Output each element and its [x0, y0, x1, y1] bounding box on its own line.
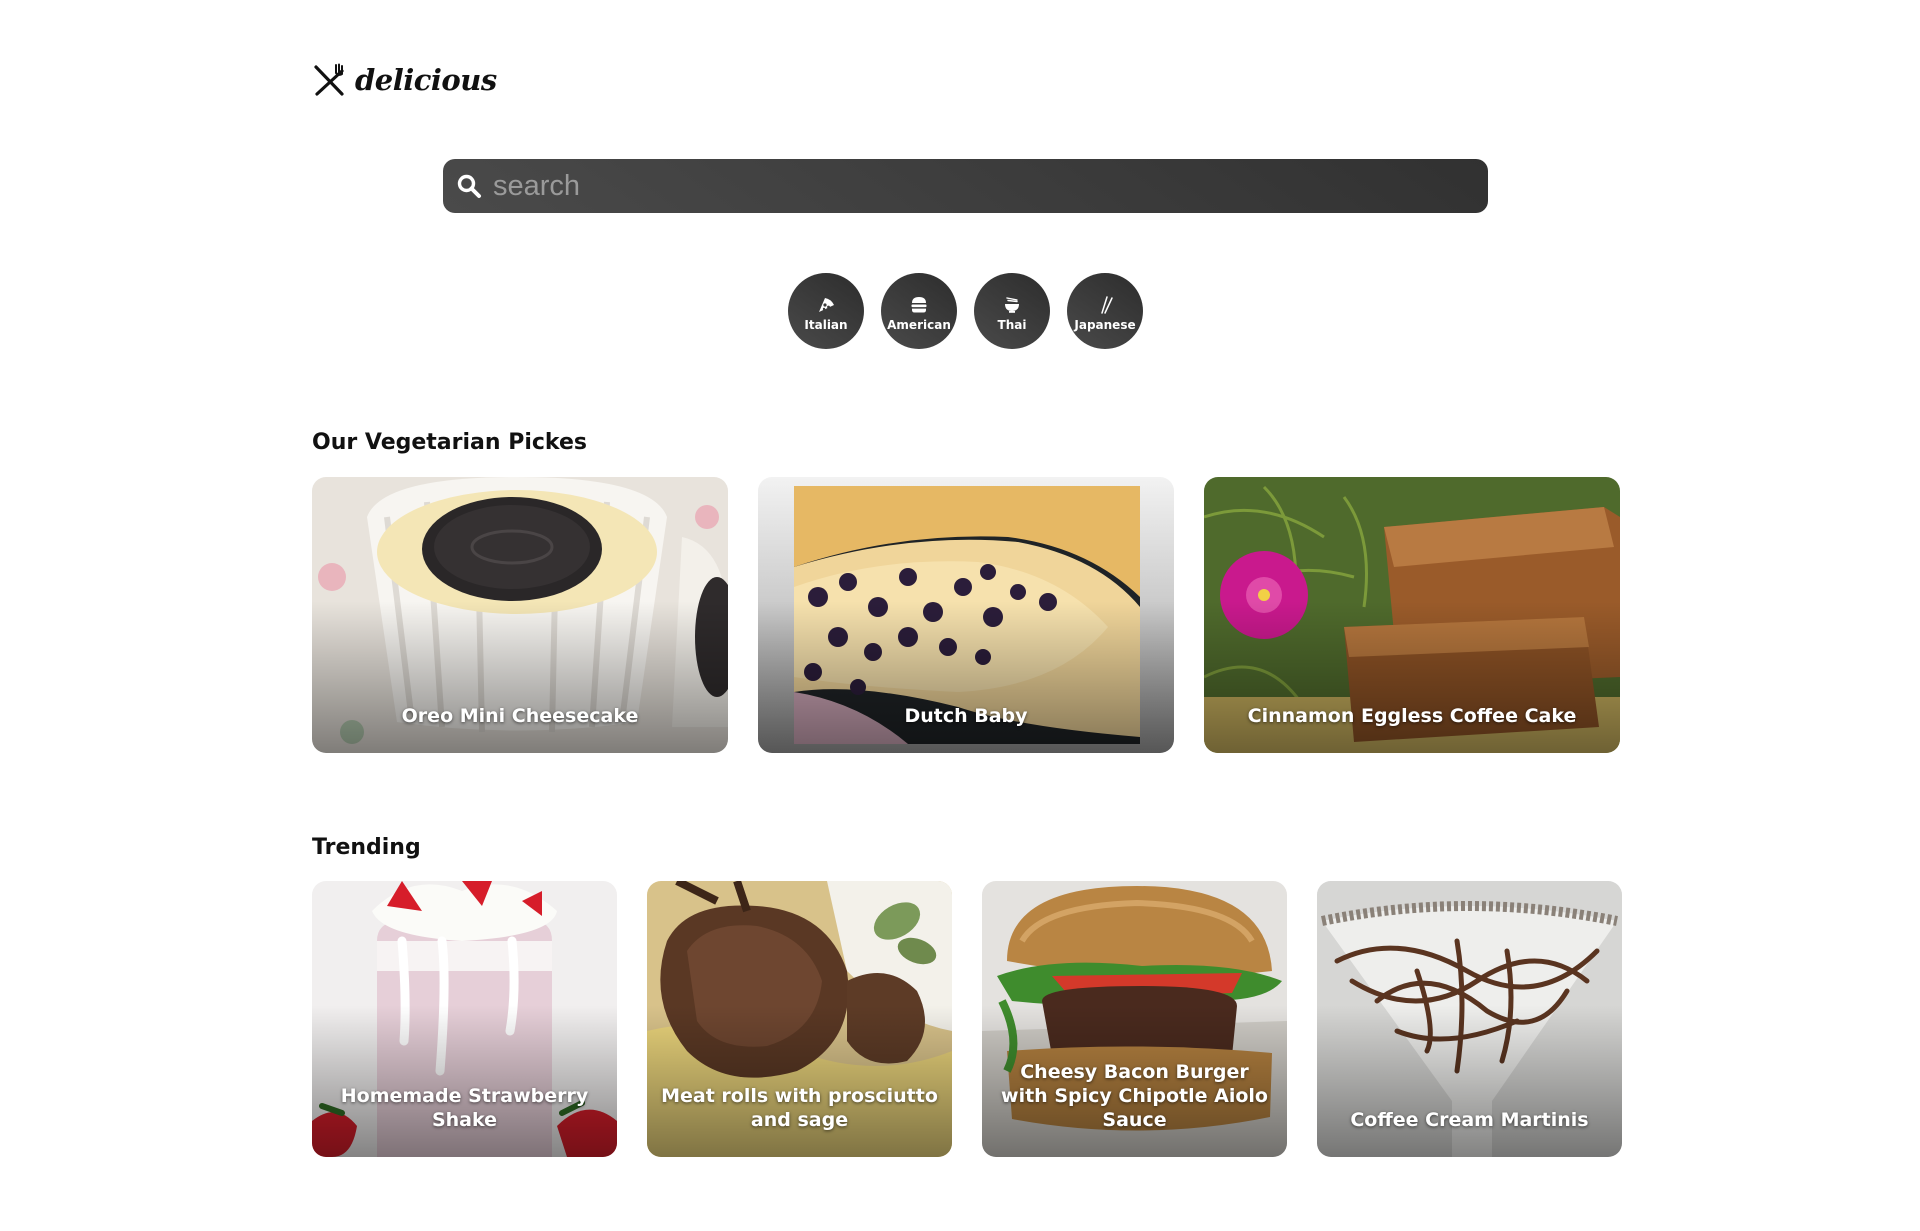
- category-label: Thai: [997, 317, 1027, 332]
- category-thai[interactable]: Thai: [974, 273, 1050, 349]
- recipe-title: Dutch Baby: [904, 705, 1028, 727]
- recipe-title: Homemade Strawberry Shake: [340, 1085, 589, 1131]
- brand-logo[interactable]: delicious: [312, 62, 497, 98]
- recipe-card[interactable]: Homemade Strawberry Shake: [312, 881, 617, 1157]
- category-italian[interactable]: Italian: [788, 273, 864, 349]
- recipe-card[interactable]: Cheesy Bacon Burger with Spicy Chipotle …: [982, 881, 1287, 1157]
- noodle-bowl-icon: [1005, 296, 1019, 313]
- page: delicious Italian American: [0, 0, 1920, 1231]
- recipe-title: Cinnamon Eggless Coffee Cake: [1247, 705, 1577, 727]
- recipe-card[interactable]: Cinnamon Eggless Coffee Cake: [1204, 477, 1620, 753]
- category-label: Japanese: [1074, 317, 1136, 332]
- recipe-card[interactable]: Coffee Cream Martinis: [1317, 881, 1622, 1157]
- brand-name: delicious: [355, 63, 497, 97]
- vegetarian-section-title: Our Vegetarian Pickes: [312, 430, 587, 455]
- trending-list: Homemade Strawberry Shake Meat rolls wit…: [312, 881, 1622, 1157]
- recipe-title: Coffee Cream Martinis: [1350, 1109, 1589, 1131]
- category-label: Italian: [804, 317, 848, 332]
- recipe-title: Oreo Mini Cheesecake: [401, 705, 639, 727]
- category-japanese[interactable]: Japanese: [1067, 273, 1143, 349]
- search-bar: [443, 159, 1488, 213]
- fork-knife-icon: [314, 63, 344, 96]
- burger-icon: [911, 296, 927, 312]
- search-input[interactable]: [493, 159, 1488, 213]
- trending-section-title: Trending: [312, 835, 421, 860]
- category-american[interactable]: American: [881, 273, 957, 349]
- category-label: American: [887, 317, 951, 332]
- category-list: Italian American Thai Japanese: [788, 273, 1143, 349]
- recipe-card[interactable]: Dutch Baby: [758, 477, 1174, 753]
- pizza-icon: [819, 297, 834, 312]
- chopsticks-icon: [1101, 295, 1113, 314]
- recipe-card[interactable]: Oreo Mini Cheesecake: [312, 477, 728, 753]
- search-icon: [457, 174, 481, 198]
- recipe-title: Meat rolls with prosciutto and sage: [661, 1085, 938, 1131]
- recipe-card[interactable]: Meat rolls with prosciutto and sage: [647, 881, 952, 1157]
- recipe-title: Cheesy Bacon Burger with Spicy Chipotle …: [1001, 1061, 1268, 1131]
- vegetarian-list: Oreo Mini Cheesecake Dutch Baby Cinnamon…: [312, 477, 1620, 753]
